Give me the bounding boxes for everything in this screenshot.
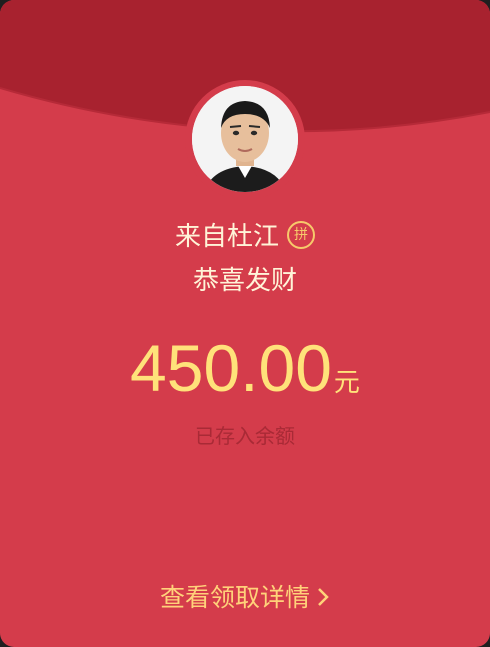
sender-row: 来自杜江拼	[0, 216, 490, 253]
red-packet-card: 来自杜江拼 恭喜发财 450.00元 已存入余额 查看领取详情	[0, 0, 490, 647]
amount-row: 450.00元	[0, 330, 490, 406]
chevron-right-icon	[316, 585, 330, 614]
greeting-text: 恭喜发财	[192, 266, 297, 296]
sender-avatar[interactable]	[192, 86, 298, 192]
sender-label: 来自杜江	[174, 222, 279, 252]
deposit-note: 已存入余额	[195, 424, 295, 448]
amount-unit: 元	[333, 368, 360, 398]
amount-value: 450.00	[130, 331, 332, 405]
view-details-link[interactable]: 查看领取详情	[0, 578, 490, 614]
avatar-portrait-icon	[192, 86, 298, 192]
pin-group-icon: 拼	[287, 220, 315, 249]
view-details-label: 查看领取详情	[159, 583, 310, 612]
